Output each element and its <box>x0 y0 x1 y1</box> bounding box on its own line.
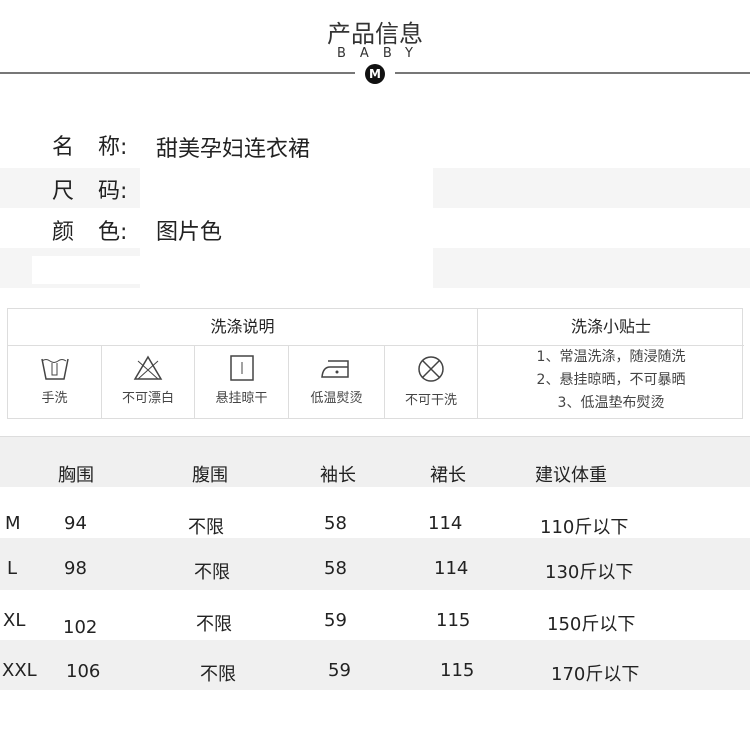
wash-label: 不可漂白 <box>121 391 174 406</box>
wash-label: 不可干洗 <box>404 393 457 408</box>
col-header: 胸围 <box>58 465 94 486</box>
sleeve-cell: 58 <box>324 558 347 579</box>
size-label: 尺码: <box>52 179 128 204</box>
subtitle: BABY <box>337 46 427 61</box>
band <box>433 168 750 208</box>
wash-title: 洗涤说明 <box>8 309 478 346</box>
divider <box>0 72 355 74</box>
col-header: 建议体重 <box>535 465 607 486</box>
wash-item: 不可干洗 <box>385 345 478 419</box>
tip: 3、低温垫布熨烫 <box>557 395 665 411</box>
length-cell: 115 <box>440 660 475 681</box>
table-row: XXL 106 不限 59 115 170斤以下 <box>0 640 750 690</box>
band <box>433 248 750 288</box>
weight-cell: 130斤以下 <box>545 562 634 583</box>
sleeve-cell: 58 <box>324 513 347 534</box>
brand-logo: M <box>365 64 385 84</box>
wash-item: 不可漂白 <box>102 345 195 419</box>
no-bleach-icon <box>133 355 163 380</box>
wash-table: 洗涤说明 洗涤小贴士 手洗 不可漂白 悬挂晾干 低温熨烫 不可干洗 1、常温洗涤… <box>7 308 744 419</box>
size-cell: M <box>5 513 21 534</box>
chest-cell: 98 <box>64 558 87 579</box>
size-header-row: 胸围 腹围 袖长 裙长 建议体重 <box>0 436 750 487</box>
chest-cell: 106 <box>66 661 101 682</box>
length-cell: 115 <box>436 610 471 631</box>
weight-cell: 170斤以下 <box>551 664 640 685</box>
low-iron-icon <box>320 360 349 378</box>
wash-item: 手洗 <box>8 345 102 419</box>
wash-label: 低温熨烫 <box>310 391 363 406</box>
no-dry-clean-icon <box>418 356 444 382</box>
col-header: 腹围 <box>192 465 228 486</box>
color-label: 颜色: <box>52 220 128 245</box>
table-row: XL 102 不限 59 115 150斤以下 <box>0 590 750 640</box>
length-cell: 114 <box>428 513 463 534</box>
wash-item: 低温熨烫 <box>289 345 385 419</box>
hand-wash-icon <box>40 358 69 380</box>
tip: 1、常温洗涤，随浸随洗 <box>536 349 686 365</box>
hang-dry-icon <box>229 355 254 381</box>
color-value: 图片色 <box>156 220 223 245</box>
name-value: 甜美孕妇连衣裙 <box>156 137 311 162</box>
weight-cell: 110斤以下 <box>540 517 629 538</box>
chest-cell: 94 <box>64 513 87 534</box>
sleeve-cell: 59 <box>324 610 347 631</box>
size-cell: XXL <box>2 660 37 681</box>
table-row: L 98 不限 58 114 130斤以下 <box>0 538 750 590</box>
name-label: 名称: <box>52 135 128 160</box>
size-cell: XL <box>3 610 26 631</box>
divider <box>395 72 750 74</box>
tips-title: 洗涤小贴士 <box>478 309 744 346</box>
waist-cell: 不限 <box>196 614 232 635</box>
wash-item: 悬挂晾干 <box>195 345 289 419</box>
col-header: 裙长 <box>430 465 466 486</box>
waist-cell: 不限 <box>188 517 224 538</box>
col-header: 袖长 <box>320 465 356 486</box>
tip: 2、悬挂晾晒，不可暴晒 <box>536 372 686 388</box>
weight-cell: 150斤以下 <box>547 614 636 635</box>
table-row: M 94 不限 58 114 110斤以下 <box>0 486 750 538</box>
wash-label: 手洗 <box>41 391 68 406</box>
length-cell: 114 <box>434 558 469 579</box>
band <box>32 256 140 284</box>
chest-cell: 102 <box>63 617 98 638</box>
page-title: 产品信息 <box>327 20 423 48</box>
size-cell: L <box>7 558 18 579</box>
waist-cell: 不限 <box>200 664 236 685</box>
waist-cell: 不限 <box>194 562 230 583</box>
sleeve-cell: 59 <box>328 660 351 681</box>
wash-tips: 1、常温洗涤，随浸随洗 2、悬挂晾晒，不可暴晒 3、低温垫布熨烫 <box>478 346 744 415</box>
wash-label: 悬挂晾干 <box>215 391 268 406</box>
